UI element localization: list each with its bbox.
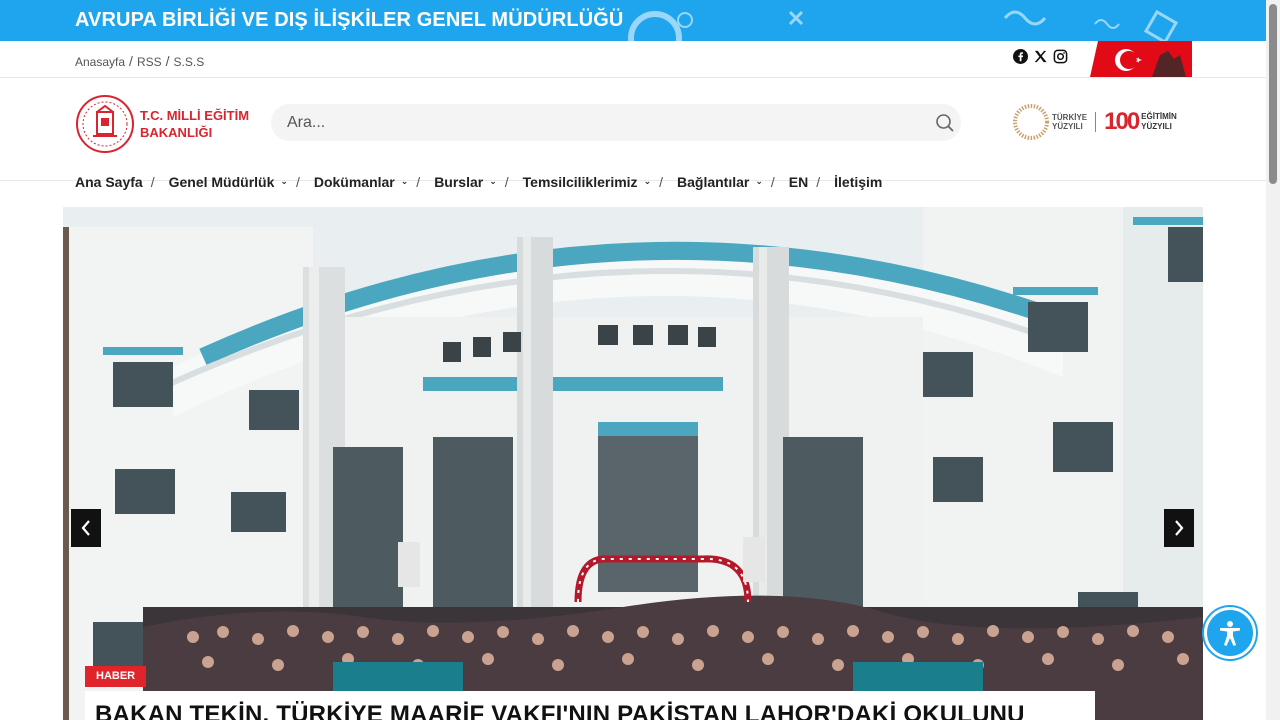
- chevron-down-icon: ⌄: [643, 175, 652, 186]
- instagram-icon[interactable]: [1053, 49, 1068, 64]
- nav-label: Burslar: [434, 174, 484, 190]
- egitimin-yuzyili-text: EĞİTİMİN YÜZYILI: [1141, 112, 1177, 132]
- nav-item-documents[interactable]: Dokümanlar ⌄: [314, 174, 408, 190]
- quick-links: Anasayfa / RSS / S.S.S: [75, 53, 204, 69]
- link-separator: /: [129, 53, 133, 69]
- nav-item-scholarships[interactable]: Burslar ⌄: [434, 174, 497, 190]
- ministry-name-line1: T.C. MİLLİ EĞİTİM: [140, 108, 250, 123]
- main-navigation: Ana Sayfa / Genel Müdürlük ⌄ / Dokümanlar…: [75, 172, 882, 192]
- directorate-title: AVRUPA BİRLİĞİ VE DIŞ İLİŞKİLER GENEL MÜ…: [75, 9, 624, 31]
- utility-bar: Anasayfa / RSS / S.S.S: [0, 41, 1266, 78]
- scrollbar-thumb[interactable]: [1269, 4, 1277, 184]
- site-header: T.C. MİLLİ EĞİTİM BAKANLIĞI TÜRKİYE YÜZY…: [0, 78, 1266, 181]
- category-badge: HABER: [85, 666, 147, 687]
- ministry-logo[interactable]: T.C. MİLLİ EĞİTİM BAKANLIĞI: [75, 94, 249, 154]
- nav-label: İletişim: [834, 174, 883, 190]
- nav-item-home[interactable]: Ana Sayfa: [75, 174, 143, 190]
- nav-label: Bağlantılar: [677, 174, 750, 190]
- hundred-logo-number: 100: [1104, 108, 1140, 135]
- nav-separator: /: [150, 174, 155, 190]
- turkiye-line1: TÜRKİYE: [1052, 113, 1088, 122]
- nav-separator: /: [659, 174, 663, 190]
- chevron-down-icon: ⌄: [280, 175, 288, 186]
- nav-label: Dokümanlar: [313, 174, 395, 190]
- chevron-down-icon: ⌄: [755, 175, 763, 186]
- nav-item-representations[interactable]: Temsilciliklerimiz ⌄: [523, 174, 651, 190]
- chevron-left-icon: [81, 520, 90, 536]
- search-icon[interactable]: [935, 113, 955, 133]
- nav-item-links[interactable]: Bağlantılar ⌄: [677, 174, 763, 190]
- turkish-flag-image: [1090, 41, 1192, 77]
- link-faq[interactable]: S.S.S: [174, 55, 205, 69]
- search-bar: [271, 104, 961, 141]
- link-home[interactable]: Anasayfa: [75, 55, 125, 69]
- nav-label: Genel Müdürlük: [168, 174, 275, 190]
- top-banner: AVRUPA BİRLİĞİ VE DIŞ İLİŞKİLER GENEL MÜ…: [0, 0, 1266, 41]
- slider-prev-button[interactable]: [71, 509, 101, 547]
- nav-item-directorate[interactable]: Genel Müdürlük ⌄: [169, 174, 288, 190]
- link-separator: /: [165, 53, 170, 69]
- search-input[interactable]: [271, 104, 911, 141]
- nav-separator: /: [816, 174, 821, 190]
- nav-separator: /: [416, 174, 421, 190]
- nav-item-english[interactable]: EN: [789, 174, 808, 190]
- chevron-right-icon: [1175, 520, 1184, 536]
- x-icon[interactable]: [1033, 49, 1048, 64]
- social-links: [1013, 49, 1068, 64]
- accessibility-button[interactable]: [1204, 607, 1256, 659]
- turkiye-yuzyili-text: TÜRKİYE YÜZYILI: [1052, 113, 1087, 131]
- facebook-icon[interactable]: [1013, 49, 1028, 64]
- logo-divider: [1095, 112, 1097, 132]
- slide-caption[interactable]: BAKAN TEKİN, TÜRKİYE MAARİF VAKFI'NIN PA…: [85, 691, 1095, 720]
- link-rss[interactable]: RSS: [137, 55, 162, 69]
- nav-separator: /: [504, 174, 509, 190]
- nav-label: Temsilciliklerimiz: [522, 174, 638, 190]
- egitim-line2: YÜZYILI: [1141, 122, 1172, 131]
- nav-label: Ana Sayfa: [75, 174, 143, 190]
- egitim-line1: EĞİTİMİN: [1141, 112, 1177, 121]
- turkiye-yuzyili-emblem-icon: [1013, 104, 1049, 140]
- chevron-down-icon: ⌄: [489, 175, 497, 186]
- campaign-logos: TÜRKİYE YÜZYILI 100 EĞİTİMİN YÜZYILI: [1013, 104, 1177, 140]
- accessibility-icon: [1220, 621, 1240, 646]
- page-scrollbar[interactable]: [1266, 0, 1280, 720]
- nav-separator: /: [295, 174, 300, 190]
- slider-next-button[interactable]: [1164, 509, 1194, 547]
- slide-headline[interactable]: BAKAN TEKİN, TÜRKİYE MAARİF VAKFI'NIN PA…: [95, 701, 1025, 720]
- ministry-name-line2: BAKANLIĞI: [140, 125, 213, 140]
- ministry-emblem-icon: [76, 95, 134, 153]
- ministry-name: T.C. MİLLİ EĞİTİM BAKANLIĞI: [140, 107, 249, 141]
- slide-photo: [63, 207, 1203, 720]
- nav-label: EN: [788, 174, 809, 190]
- chevron-down-icon: ⌄: [400, 175, 409, 186]
- news-slider[interactable]: HABER BAKAN TEKİN, TÜRKİYE MAARİF VAKFI'…: [63, 207, 1203, 720]
- turkiye-line2: YÜZYILI: [1052, 122, 1083, 131]
- nav-separator: /: [770, 174, 775, 190]
- nav-item-contact[interactable]: İletişim: [834, 174, 882, 190]
